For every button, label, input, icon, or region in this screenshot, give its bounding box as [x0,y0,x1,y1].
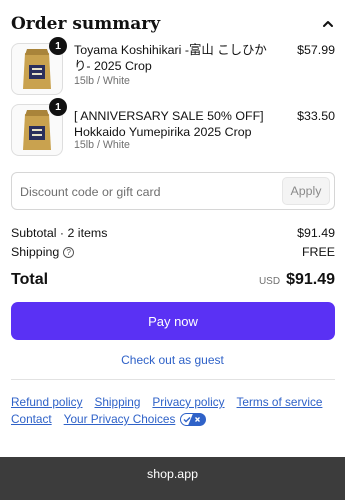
product-name: Toyama Koshihikari -富山 こしひかり- 2025 Crop [74,43,267,73]
rice-bag-image [23,110,51,150]
discount-field: Apply [11,172,335,210]
footer-domain[interactable]: shop.app [0,467,345,481]
privacy-choices-icon[interactable] [180,412,207,426]
policy-links: Refund policy Shipping Privacy policy Te… [11,395,335,409]
apply-button[interactable]: Apply [282,177,330,205]
quantity-badge: 1 [49,37,67,55]
pay-now-button[interactable]: Pay now [11,302,335,340]
subtotal-label: Subtotal · 2 items [11,226,108,240]
chevron-up-icon[interactable] [319,15,337,33]
product-variant: 15lb / White [74,139,130,151]
help-icon[interactable]: ? [63,246,75,258]
guest-checkout-link[interactable]: Check out as guest [0,353,345,367]
shipping-row: Shipping ? FREE [11,245,335,259]
shipping-value: FREE [301,245,335,259]
refund-policy-link[interactable]: Refund policy [11,395,82,409]
product-price: $33.50 [297,109,335,123]
terms-of-service-link[interactable]: Terms of service [237,395,323,409]
subtotal-value: $91.49 [297,226,335,240]
discount-input[interactable] [20,180,270,204]
product-name: [ ANNIVERSARY SALE 50% OFF] Hokkaido Yum… [74,109,264,139]
footer-bar: shop.app [0,457,345,500]
order-summary-title: Order summary [11,14,161,34]
shipping-label: Shipping [11,245,60,259]
line-item: 1 Toyama Koshihikari -富山 こしひかり- 2025 Cro… [11,37,335,95]
line-item: 1 [ ANNIVERSARY SALE 50% OFF] Hokkaido Y… [11,98,335,156]
product-price: $57.99 [297,43,335,57]
policy-links-secondary: Contact Your Privacy Choices [11,412,335,426]
total-value: $91.49 [286,271,335,288]
product-variant: 15lb / White [74,75,130,87]
privacy-policy-link[interactable]: Privacy policy [152,395,224,409]
divider [11,379,335,380]
contact-link[interactable]: Contact [11,412,52,426]
subtotal-row: Subtotal · 2 items $91.49 [11,226,335,240]
total-label: Total [11,271,49,288]
total-row: Total USD $91.49 [11,271,335,289]
order-summary-header[interactable]: Order summary [11,12,337,36]
shipping-policy-link[interactable]: Shipping [94,395,140,409]
rice-bag-image [23,49,51,89]
quantity-badge: 1 [49,98,67,116]
privacy-choices-link[interactable]: Your Privacy Choices [64,412,176,426]
currency-code: USD [258,276,281,287]
